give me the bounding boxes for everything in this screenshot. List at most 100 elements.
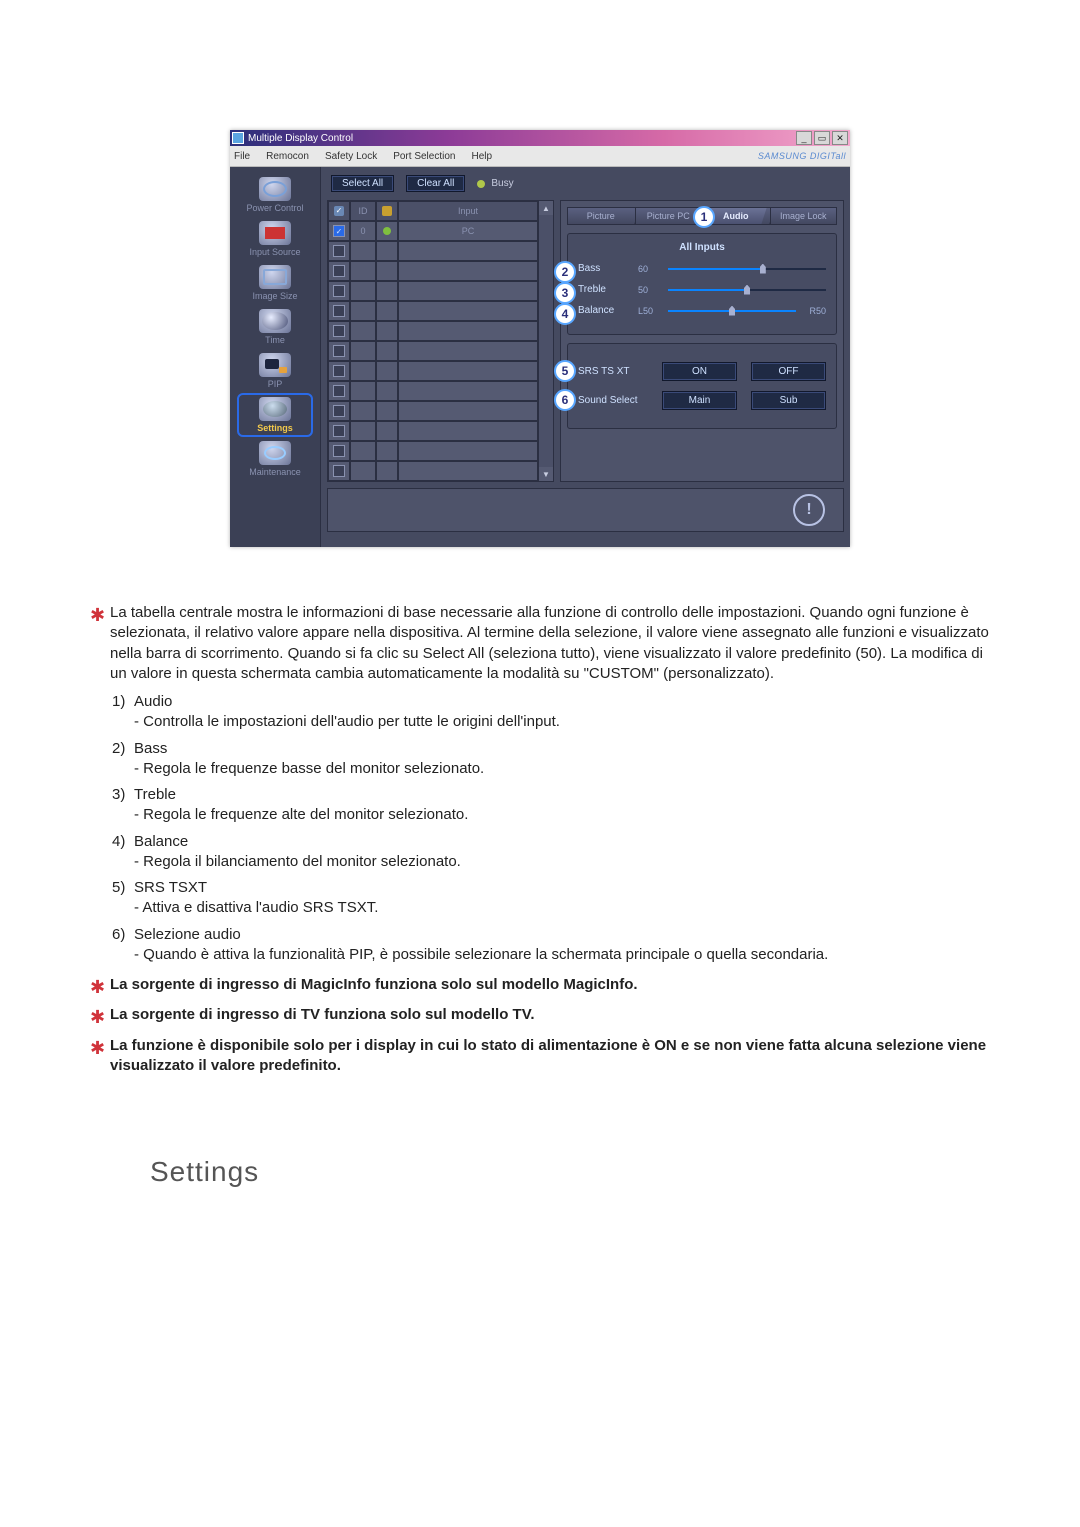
audio-toggles-box: 5 SRS TS XT ON OFF 6 Sound Select Main S (567, 343, 837, 429)
grid-header: ID Input (328, 201, 538, 221)
srs-label: SRS TS XT (578, 366, 648, 377)
tab-label: Image Lock (780, 211, 827, 221)
section-heading: Settings (150, 1156, 1040, 1188)
list-item: 6)Selezione audio - Quando è attiva la f… (112, 925, 990, 966)
select-all-button[interactable]: Select All (331, 175, 394, 192)
sidebar-item-power[interactable]: Power Control (239, 175, 311, 215)
description-block: ✱ La tabella centrale mostra le informaz… (40, 587, 1040, 1076)
busy-label: Busy (491, 178, 513, 189)
grid-row[interactable] (328, 461, 538, 481)
sidebar: Power Control Input Source Image Size Ti… (230, 167, 320, 547)
sidebar-label: Power Control (246, 203, 303, 213)
sidebar-item-input[interactable]: Input Source (239, 219, 311, 259)
header-id: ID (350, 201, 376, 221)
close-button[interactable]: ✕ (832, 131, 848, 145)
star-icon: ✱ (90, 975, 104, 999)
callout-1: 1 (693, 206, 715, 228)
srs-on-button[interactable]: ON (662, 362, 737, 381)
balance-slider[interactable] (668, 310, 796, 312)
sidebar-label: Maintenance (249, 467, 301, 477)
menu-file[interactable]: File (234, 151, 250, 162)
brand-label: SAMSUNG DIGITall (758, 151, 846, 161)
srs-off-button[interactable]: OFF (751, 362, 826, 381)
row-checkbox[interactable] (328, 221, 350, 241)
status-bar (327, 488, 844, 532)
sidebar-item-maintenance[interactable]: Maintenance (239, 439, 311, 479)
callout-4: 4 (554, 303, 576, 325)
busy-icon (477, 180, 485, 188)
app-title: Multiple Display Control (248, 133, 353, 144)
sidebar-item-pip[interactable]: PIP (239, 351, 311, 391)
numbered-list: 1)Audio - Controlla le impostazioni dell… (90, 692, 990, 965)
tab-label: Picture PC (647, 211, 690, 221)
sidebar-item-settings[interactable]: Settings (239, 395, 311, 435)
balance-left: L50 (638, 306, 660, 316)
grid-row[interactable] (328, 361, 538, 381)
balance-row: 4 Balance L50 R50 (578, 305, 826, 316)
bass-slider[interactable] (668, 268, 826, 270)
callout-2: 2 (554, 261, 576, 283)
intro-note: ✱ La tabella centrale mostra le informaz… (90, 603, 990, 684)
header-check-icon (328, 201, 350, 221)
tab-picture-pc[interactable]: Picture PC (635, 207, 703, 225)
sound-sub-button[interactable]: Sub (751, 391, 826, 410)
balance-right: R50 (804, 306, 826, 316)
grid-scrollbar[interactable]: ▲ ▼ (539, 200, 554, 482)
scroll-up-icon[interactable]: ▲ (539, 201, 553, 215)
tab-label: Audio (723, 211, 749, 221)
grid-row[interactable] (328, 261, 538, 281)
window-buttons: _ ▭ ✕ (796, 131, 848, 145)
bass-label: Bass (578, 263, 630, 274)
maximize-button[interactable]: ▭ (814, 131, 830, 145)
treble-value: 50 (638, 285, 660, 295)
treble-label: Treble (578, 284, 630, 295)
grid-row[interactable] (328, 341, 538, 361)
grid-row[interactable] (328, 281, 538, 301)
menu-safety[interactable]: Safety Lock (325, 151, 377, 162)
settings-panel: Picture Picture PC 1 Audio (560, 200, 844, 482)
sound-select-label: Sound Select (578, 395, 648, 406)
input-icon (259, 221, 291, 245)
minimize-button[interactable]: _ (796, 131, 812, 145)
treble-slider[interactable] (668, 289, 826, 291)
sidebar-item-time[interactable]: Time (239, 307, 311, 347)
header-input: Input (398, 201, 538, 221)
grid-row[interactable] (328, 421, 538, 441)
clear-all-button[interactable]: Clear All (406, 175, 465, 192)
callout-6: 6 (554, 389, 576, 411)
list-item: 5)SRS TSXT - Attiva e disattiva l'audio … (112, 878, 990, 919)
grid-row[interactable] (328, 401, 538, 421)
tab-audio[interactable]: 1 Audio (702, 207, 770, 225)
audio-sliders-box: All Inputs 2 Bass 60 (567, 233, 837, 335)
list-item: 1)Audio - Controlla le impostazioni dell… (112, 692, 990, 733)
grid-row[interactable] (328, 381, 538, 401)
menu-remocon[interactable]: Remocon (266, 151, 309, 162)
bass-value: 60 (638, 264, 660, 274)
scroll-down-icon[interactable]: ▼ (539, 467, 553, 481)
display-grid: ID Input 0 PC (327, 200, 539, 482)
grid-row[interactable] (328, 241, 538, 261)
list-item: 4)Balance - Regola il bilanciamento del … (112, 832, 990, 873)
title-bar: Multiple Display Control _ ▭ ✕ (230, 130, 850, 146)
header-status-icon (376, 201, 398, 221)
tab-picture[interactable]: Picture (567, 207, 635, 225)
menu-help[interactable]: Help (471, 151, 492, 162)
list-item: 2)Bass - Regola le frequenze basse del m… (112, 739, 990, 780)
balance-label: Balance (578, 305, 630, 316)
menu-port[interactable]: Port Selection (393, 151, 455, 162)
app-window: Multiple Display Control _ ▭ ✕ File Remo… (230, 130, 850, 547)
tab-image-lock[interactable]: Image Lock (770, 207, 838, 225)
callout-5: 5 (554, 360, 576, 382)
grid-row[interactable] (328, 441, 538, 461)
treble-row: 3 Treble 50 (578, 284, 826, 295)
sidebar-item-imagesize[interactable]: Image Size (239, 263, 311, 303)
sidebar-label: Time (265, 335, 285, 345)
grid-row[interactable]: 0 PC (328, 221, 538, 241)
scroll-track[interactable] (539, 215, 553, 467)
grid-row[interactable] (328, 321, 538, 341)
grid-row[interactable] (328, 301, 538, 321)
star-icon: ✱ (90, 603, 104, 627)
sound-main-button[interactable]: Main (662, 391, 737, 410)
callout-3: 3 (554, 282, 576, 304)
row-status-icon (376, 221, 398, 241)
